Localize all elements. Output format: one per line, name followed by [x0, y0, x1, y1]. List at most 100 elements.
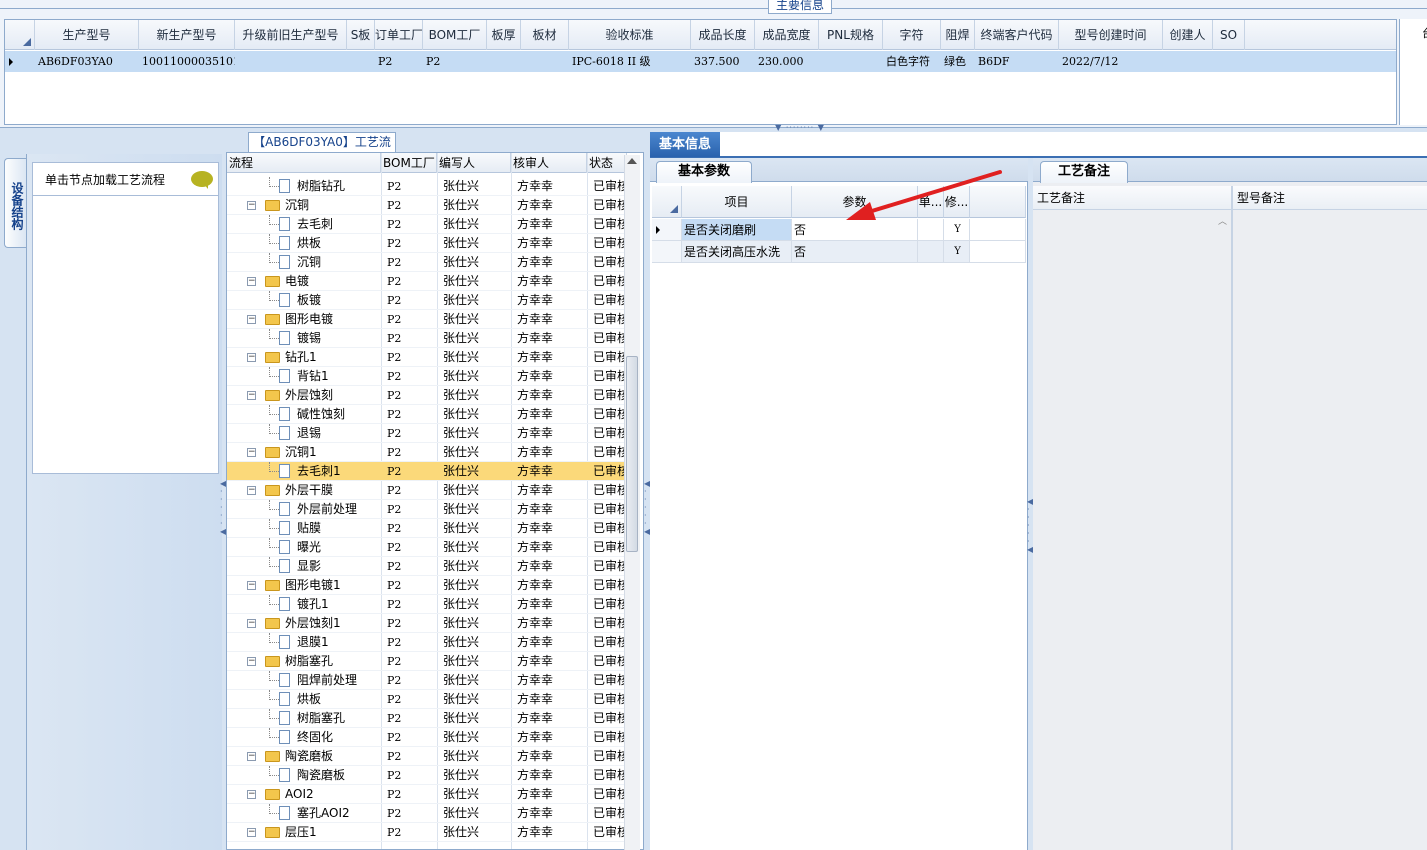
tree-row[interactable]: 阻焊前处理 P2 张仕兴 方幸幸 已审核: [227, 671, 627, 690]
tree-row[interactable]: 陶瓷磨板 P2 张仕兴 方幸幸 已审核: [227, 766, 627, 785]
tab-equipment-structure[interactable]: 设备结构: [4, 158, 26, 248]
tree-node-label[interactable]: AOI2: [285, 785, 383, 804]
tree-column-header[interactable]: 流程: [227, 153, 381, 173]
tree-node-label[interactable]: 镀锡: [297, 329, 381, 348]
table-cell[interactable]: [235, 51, 347, 72]
column-header[interactable]: PNL规格: [819, 20, 883, 50]
tree-row[interactable]: − 层压1 P2 张仕兴 方幸幸 已审核: [227, 823, 627, 842]
tree-node-label[interactable]: 外层前处理: [297, 500, 381, 519]
row-header[interactable]: [652, 219, 682, 241]
tree-row[interactable]: − 图形电镀 P2 张仕兴 方幸幸 已审核: [227, 310, 627, 329]
tree-node-label[interactable]: 碱性蚀刻: [297, 405, 381, 424]
tree-row[interactable]: − 外层干膜 P2 张仕兴 方幸幸 已审核: [227, 481, 627, 500]
scroll-up-icon[interactable]: ︿: [1218, 214, 1227, 227]
tree-row[interactable]: 碱性蚀刻 P2 张仕兴 方幸幸 已审核: [227, 405, 627, 424]
tree-node-label[interactable]: 外层蚀刻1: [285, 614, 383, 633]
table-row[interactable]: AB6DF03YA0 10011000035101 P2 P2 IPC-6018 II …: [5, 51, 1396, 72]
column-header[interactable]: 升级前旧生产型号: [235, 20, 347, 50]
tree-row[interactable]: 去毛刺 P2 张仕兴 方幸幸 已审核: [227, 215, 627, 234]
table-cell[interactable]: 230.000: [755, 51, 819, 72]
column-header[interactable]: 创建人: [1163, 20, 1213, 50]
column-header[interactable]: 终端客户代码: [975, 20, 1059, 50]
column-header[interactable]: 验收标准: [569, 20, 691, 50]
tree-node-label[interactable]: 电镀: [285, 272, 383, 291]
tree-row[interactable]: − 外层蚀刻1 P2 张仕兴 方幸幸 已审核: [227, 614, 627, 633]
collapse-toggle-icon[interactable]: −: [247, 581, 256, 590]
param-item-cell[interactable]: 是否关闭高压水洗: [682, 241, 792, 263]
splitter-handle[interactable]: ▼ ········ ▼: [770, 124, 830, 132]
tree-node-label[interactable]: 显影: [297, 557, 381, 576]
collapse-toggle-icon[interactable]: −: [247, 752, 256, 761]
collapse-toggle-icon[interactable]: −: [247, 315, 256, 324]
table-cell[interactable]: [347, 51, 375, 72]
collapse-toggle-icon[interactable]: −: [247, 486, 256, 495]
remarks-divider[interactable]: [1231, 186, 1233, 850]
tree-node-label[interactable]: 曝光: [297, 538, 381, 557]
tree-node-label[interactable]: 陶瓷磨板: [285, 747, 383, 766]
column-header[interactable]: S板: [347, 20, 375, 50]
tree-node-label[interactable]: 树脂塞孔: [297, 709, 381, 728]
tree-row[interactable]: − 钻孔1 P2 张仕兴 方幸幸 已审核: [227, 348, 627, 367]
param-column-header[interactable]: 项目: [682, 186, 792, 218]
table-cell[interactable]: [1163, 51, 1213, 72]
tree-node-label[interactable]: 烘板: [297, 690, 381, 709]
collapse-toggle-icon[interactable]: −: [247, 619, 256, 628]
column-header[interactable]: 新生产型号: [139, 20, 235, 50]
equipment-tree[interactable]: 单击节点加载工艺流程: [32, 162, 219, 474]
tree-row[interactable]: 镀锡 P2 张仕兴 方幸幸 已审核: [227, 329, 627, 348]
tree-node-label[interactable]: 去毛刺1: [297, 462, 381, 481]
collapse-toggle-icon[interactable]: −: [247, 448, 256, 457]
table-cell[interactable]: [1213, 51, 1245, 72]
tab-basic-info[interactable]: 基本信息: [650, 132, 720, 157]
collapse-toggle-icon[interactable]: −: [247, 391, 256, 400]
tree-row[interactable]: 贴膜 P2 张仕兴 方幸幸 已审核: [227, 519, 627, 538]
tree-row[interactable]: − 电镀 P2 张仕兴 方幸幸 已审核: [227, 272, 627, 291]
tree-node-label[interactable]: 钻孔1: [285, 348, 383, 367]
tree-row[interactable]: − 图形电镀1 P2 张仕兴 方幸幸 已审核: [227, 576, 627, 595]
tree-row[interactable]: 烘板 P2 张仕兴 方幸幸 已审核: [227, 690, 627, 709]
table-cell[interactable]: P2: [375, 51, 423, 72]
table-cell[interactable]: P2: [423, 51, 487, 72]
tree-node-label[interactable]: 陶瓷磨板: [297, 766, 381, 785]
collapse-toggle-icon[interactable]: −: [247, 790, 256, 799]
table-cell[interactable]: IPC-6018 II 级: [569, 51, 691, 72]
table-cell[interactable]: 白色字符: [883, 51, 941, 72]
table-cell[interactable]: [521, 51, 569, 72]
table-cell[interactable]: 2022/7/12: [1059, 51, 1163, 72]
tree-row[interactable]: − AOI2 P2 张仕兴 方幸幸 已审核: [227, 785, 627, 804]
row-header[interactable]: [652, 241, 682, 263]
tree-node-label[interactable]: 沉铜: [297, 253, 381, 272]
tree-node-label[interactable]: 去毛刺: [297, 215, 381, 234]
column-header[interactable]: SO: [1213, 20, 1245, 50]
column-header[interactable]: BOM工厂: [423, 20, 487, 50]
tree-row[interactable]: 外层前处理 P2 张仕兴 方幸幸 已审核: [227, 500, 627, 519]
collapse-toggle-icon[interactable]: −: [247, 201, 256, 210]
tree-node-label[interactable]: 树脂钻孔: [297, 177, 381, 196]
tree-node-label[interactable]: 塞孔AOI2: [297, 804, 381, 823]
tree-row[interactable]: 背钻1 P2 张仕兴 方幸幸 已审核: [227, 367, 627, 386]
tree-row[interactable]: 烘板 P2 张仕兴 方幸幸 已审核: [227, 234, 627, 253]
tree-row[interactable]: − 沉铜 P2 张仕兴 方幸幸 已审核: [227, 196, 627, 215]
tree-column-header[interactable]: 核审人: [511, 153, 587, 173]
tree-node-label[interactable]: 沉铜: [285, 196, 383, 215]
tree-node-label[interactable]: 退锡: [297, 424, 381, 443]
tree-row[interactable]: 去毛刺1 P2 张仕兴 方幸幸 已审核: [227, 462, 627, 481]
tree-node-label[interactable]: 树脂塞孔: [285, 652, 383, 671]
tree-node-label[interactable]: 层压1: [285, 823, 383, 842]
tree-node-label[interactable]: 烘板: [297, 234, 381, 253]
tree-row[interactable]: 沉铜 P2 张仕兴 方幸幸 已审核: [227, 253, 627, 272]
tree-row[interactable]: 终固化 P2 张仕兴 方幸幸 已审核: [227, 728, 627, 747]
tree-column-header[interactable]: 状态: [587, 153, 627, 173]
tree-row[interactable]: 塞孔AOI2 P2 张仕兴 方幸幸 已审核: [227, 804, 627, 823]
tree-row[interactable]: 树脂钻孔 P2 张仕兴 方幸幸 已审核: [227, 177, 627, 196]
tree-node-label[interactable]: 贴膜: [297, 519, 381, 538]
tree-node-label[interactable]: 镀孔1: [297, 595, 381, 614]
column-header[interactable]: 生产型号: [35, 20, 139, 50]
tree-column-header[interactable]: 编写人: [437, 153, 511, 173]
table-cell[interactable]: 337.500: [691, 51, 755, 72]
table-cell[interactable]: 绿色: [941, 51, 975, 72]
column-header[interactable]: 板材: [521, 20, 569, 50]
tree-row[interactable]: 板镀 P2 张仕兴 方幸幸 已审核: [227, 291, 627, 310]
tree-node-label[interactable]: 退膜1: [297, 633, 381, 652]
tree-row[interactable]: 树脂塞孔 P2 张仕兴 方幸幸 已审核: [227, 709, 627, 728]
